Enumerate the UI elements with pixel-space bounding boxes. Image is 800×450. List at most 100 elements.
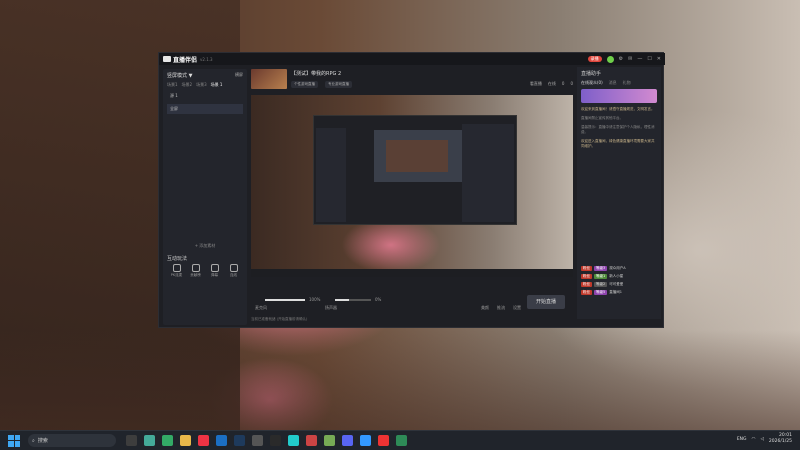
steam-icon[interactable] [234,435,245,446]
pk-icon [172,264,181,272]
maximize-icon[interactable]: ☐ [647,56,651,62]
app-icon[interactable] [144,435,155,446]
level-badge: 等级3 [594,266,608,271]
minimize-icon[interactable]: — [637,56,642,62]
chat-row[interactable]: 粉丝 等级3 观众用户A [581,266,657,271]
speaker-slider[interactable] [335,299,371,301]
audio-controls: 麦克风 100% 扬声器 0% 美颜 推流 设置 开始直播 [251,293,573,313]
scene-tab[interactable]: 场景2 [182,82,193,88]
push-button[interactable]: 推流 [497,305,505,311]
recording-badge[interactable]: 录播 [587,56,602,62]
level-badge: 等级5 [594,290,608,295]
task-view-icon[interactable] [126,435,137,446]
tab-messages[interactable]: 消息 [609,80,617,86]
mic-volume: 100% [309,297,321,302]
status-text: 当前已准备就绪 (开始直播前请确认) [251,317,308,321]
stream-tag[interactable]: 个性游戏直播 [291,81,318,88]
tool-danmu[interactable]: 弹幕 [205,264,224,278]
volume-icon[interactable]: ◁ [760,437,763,442]
app-icon[interactable] [396,435,407,446]
fan-badge: 粉丝 [581,274,592,279]
clock[interactable]: 20:01 2026/1/25 [769,433,792,445]
language-indicator[interactable]: ENG [737,437,747,442]
app-logo: 直播伴侣 [163,55,197,64]
live-streaming-window: 直播伴侣 v2.1.3 录播 ⚙ ✉ — ☐ ✕ 竖屏模式 ▼ 横屏 场景1 场… [158,52,665,328]
chrome-icon[interactable] [198,435,209,446]
chat-row[interactable]: 粉丝 等级2 可可爱爱 [581,282,657,287]
chat-user: 观众用户A [609,266,626,270]
fan-badge: 粉丝 [581,290,592,295]
app-icon[interactable] [324,435,335,446]
stream-preview[interactable] [251,95,573,277]
edge-icon[interactable] [216,435,227,446]
interact-section-title: 互动玩法 [167,256,188,262]
user-avatar[interactable] [606,55,614,63]
mic-slider[interactable] [265,299,305,301]
system-message: 温馨提示：直播中请注意保护个人隐私，理性消费。 [581,125,655,134]
start-button[interactable] [8,434,20,447]
header-stat: 0 [561,81,565,86]
search-icon: ⌕ [32,437,35,444]
left-panel: 竖屏模式 ▼ 横屏 场景1 场景2 场景3 场景 1 源 1 全屏 + 添加素材… [163,69,247,325]
tool-pk[interactable]: PK连麦 [167,264,186,278]
tool-link[interactable]: 连线 [224,264,243,278]
folder-icon[interactable] [180,435,191,446]
app-icon[interactable] [162,435,173,446]
app-icon[interactable] [252,435,263,446]
app-name: 直播伴侣 [173,56,198,64]
settings-icon[interactable]: ⚙ [619,56,623,62]
taskbar-search[interactable]: ⌕ 搜索 [28,434,116,447]
wallpaper-floor [0,330,800,430]
app-icon[interactable] [288,435,299,446]
system-message: 欢迎来到直播间！请遵守直播规范，文明发言。 [581,107,655,111]
chat-user: 直播间1 [609,290,622,294]
fan-badge: 粉丝 [581,282,592,287]
tab-viewers[interactable]: 在线观众(0) [581,80,603,86]
capture-right-panel [462,124,514,222]
add-source-button[interactable]: + 添加素材 [163,243,247,249]
header-stat: 在线 [547,81,556,86]
system-message: 欢迎进入直播间，绿色健康直播环境需要大家共同维护。 [581,139,655,148]
tool-rank[interactable]: 贡献榜 [186,264,205,278]
chat-user: 可可爱爱 [609,282,624,286]
feedback-icon[interactable]: ✉ [628,56,632,62]
speaker-label: 扬声器 [325,305,337,310]
windows-taskbar: ⌕ 搜索 ENG ◠ ◁ 20:01 2026/1/25 [0,430,800,450]
assistant-title: 直播助手 [581,71,602,77]
mic-label: 麦克风 [255,305,267,310]
stream-cover-thumbnail[interactable] [251,69,287,89]
tab-gifts[interactable]: 礼物 [623,80,631,86]
right-panel: 直播助手 在线观众(0) 消息 礼物 欢迎来到直播间！请遵守直播规范，文明发言。… [577,67,661,319]
logo-icon [163,56,171,62]
source-item[interactable]: 源 1 [167,91,243,101]
close-icon[interactable]: ✕ [657,56,661,62]
settings-button[interactable]: 设置 [513,305,521,311]
chat-row[interactable]: 粉丝 等级1 新人小星 [581,274,657,279]
app-icon[interactable] [306,435,317,446]
capture-preview [374,130,462,182]
stream-tag[interactable]: 专业游戏直播 [325,81,352,88]
scene-tab[interactable]: 场景1 [167,82,178,88]
system-tray: ENG ◠ ◁ 20:01 2026/1/25 [737,433,792,445]
promo-banner[interactable] [581,89,657,103]
capture-nested-preview [386,140,448,172]
discord-icon[interactable] [342,435,353,446]
douyin-icon[interactable] [378,435,389,446]
wifi-icon[interactable]: ◠ [752,437,756,442]
source-item[interactable]: 全屏 [167,104,243,114]
mode-selector[interactable]: 竖屏模式 ▼ [167,72,192,79]
search-placeholder: 搜索 [37,438,48,444]
speaker-volume: 0% [375,297,382,302]
scene-tab[interactable]: 场景 1 [211,82,223,88]
app-icon[interactable] [270,435,281,446]
level-badge: 等级1 [594,274,608,279]
room-title[interactable]: 【测试】带我的RPG 2 [291,70,341,77]
start-stream-button[interactable]: 开始直播 [527,295,565,309]
clock-date: 2026/1/25 [768,439,792,444]
chat-row[interactable]: 粉丝 等级5 直播间1 [581,290,657,295]
app-icon[interactable] [360,435,371,446]
orientation-switch[interactable]: 横屏 [235,72,243,79]
beauty-button[interactable]: 美颜 [481,305,489,311]
scene-tab[interactable]: 场景3 [196,82,207,88]
title-bar: 直播伴侣 v2.1.3 录播 ⚙ ✉ — ☐ ✕ [159,53,665,65]
